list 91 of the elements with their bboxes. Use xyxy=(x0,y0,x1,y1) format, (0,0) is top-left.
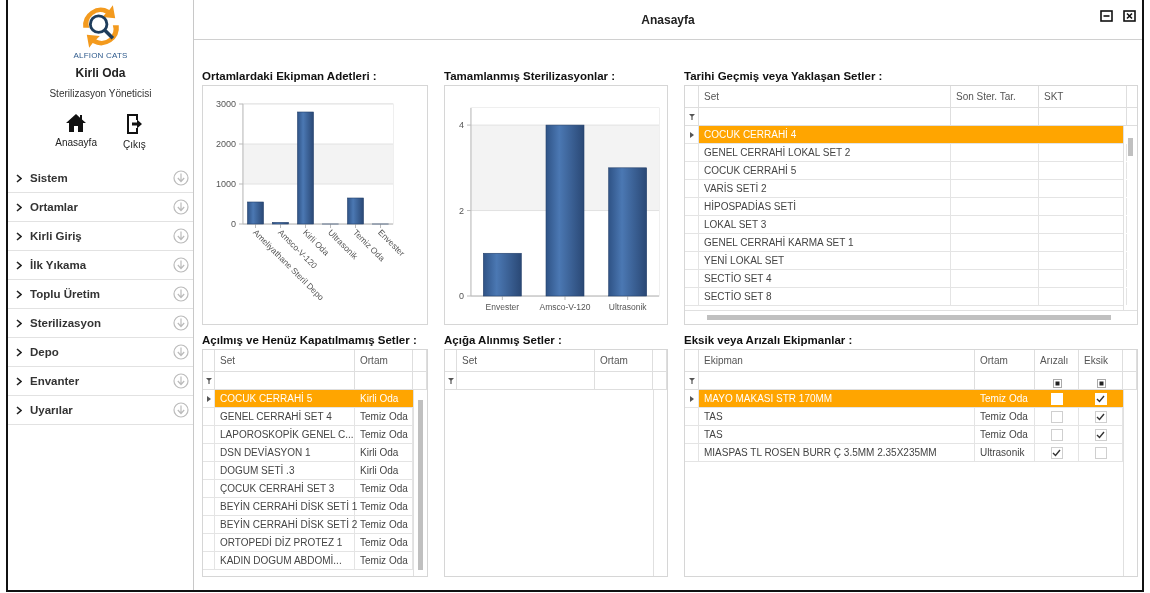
table-cell: LAPOROSKOPİK GENEL C... xyxy=(215,426,355,443)
category-label: Ultrasonik xyxy=(608,302,647,312)
column-header[interactable]: Ortam xyxy=(355,350,413,371)
table-cell: GENEL CERRAHİ SET 4 xyxy=(215,408,355,425)
tick-label: 2000 xyxy=(215,139,236,149)
category-label: Amsco-V-120 xyxy=(539,302,591,312)
table-cell: COCUK CERRAHİ 5 xyxy=(699,162,951,179)
column-header[interactable]: Son Ster. Tar. xyxy=(951,86,1039,107)
table-row[interactable]: TAS Temiz Oda xyxy=(685,408,1123,426)
column-header[interactable]: Ortam xyxy=(975,350,1035,371)
table-cell: DSN DEVİASYON 1 xyxy=(215,444,355,461)
table-cell: KADIN DOGUM ABDOMİ... xyxy=(215,552,355,569)
table-cell: BEYİN CERRAHİ DİSK SETİ 2 xyxy=(215,516,355,533)
tick-label: 1000 xyxy=(215,179,236,189)
column-header[interactable]: Set xyxy=(457,350,595,371)
table-cell: ÇOCUK CERRAHİ SET 3 xyxy=(215,480,355,497)
table-row[interactable]: BEYİN CERRAHİ DİSK SETİ 1 Temiz Oda xyxy=(203,498,413,516)
brand-name: ALFION CATS xyxy=(73,51,128,60)
menu-item[interactable]: Kirli Giriş xyxy=(8,222,193,251)
column-header[interactable]: Eksik xyxy=(1079,350,1123,371)
table-cell: HİPOSPADİAS SETİ xyxy=(699,198,951,215)
table-cell: YENİ LOKAL SET xyxy=(699,252,951,269)
table-cell: Kirli Oda xyxy=(355,444,413,461)
section-title: Eksik veya Arızalı Ekipmanlar : xyxy=(684,334,854,346)
table-row[interactable]: DSN DEVİASYON 1 Kirli Oda xyxy=(203,444,413,462)
section-title: Açılmış ve Henüz Kapatılmamış Setler : xyxy=(202,334,418,346)
table-cell: SECTİO SET 8 xyxy=(699,288,951,305)
table-cell: BEYİN CERRAHİ DİSK SETİ 1 xyxy=(215,498,355,515)
table-row[interactable]: KADIN DOGUM ABDOMİ... Temiz Oda xyxy=(203,552,413,570)
menu-item[interactable]: Sterilizasyon xyxy=(8,309,193,338)
window-title: Anasayfa xyxy=(641,12,695,27)
shortcut-button[interactable]: Anasayfa xyxy=(55,113,97,150)
column-header[interactable]: Arızalı xyxy=(1035,350,1079,371)
column-header[interactable]: SKT xyxy=(1039,86,1127,107)
column-header[interactable]: Ekipman xyxy=(699,350,975,371)
menu-item[interactable]: Uyarılar xyxy=(8,396,193,425)
table-row[interactable]: ORTOPEDİ DİZ PROTEZ 1 Temiz Oda xyxy=(203,534,413,552)
table-cell: Temiz Oda xyxy=(355,498,413,515)
table-cell: DOGUM SETİ .3 xyxy=(215,462,355,479)
shortcut-button[interactable]: Çıkış xyxy=(122,113,146,150)
menu-item[interactable]: Envanter xyxy=(8,367,193,396)
table-cell: SECTİO SET 4 xyxy=(699,270,951,287)
column-header[interactable]: Ortam xyxy=(595,350,653,371)
tick-label: 0 xyxy=(231,219,236,229)
tick-label: 4 xyxy=(459,120,464,131)
menu-item[interactable]: Depo xyxy=(8,338,193,367)
user-role: Sterilizasyon Yöneticisi xyxy=(49,88,152,99)
menu-item[interactable]: Ortamlar xyxy=(8,193,193,222)
section-title: Tamamlanmış Sterilizasyonlar : xyxy=(444,70,617,82)
table-cell-text: MAYO MAKASI STR 170MM xyxy=(703,392,834,406)
table-row[interactable]: BEYİN CERRAHİ DİSK SETİ 2 Temiz Oda xyxy=(203,516,413,534)
location-name: Kirli Oda xyxy=(75,66,126,80)
table-cell: Temiz Oda xyxy=(355,408,413,425)
column-header[interactable]: Set xyxy=(699,86,951,107)
tick-label: 3000 xyxy=(215,99,236,109)
table-cell: LOKAL SET 3 xyxy=(699,216,951,233)
menu-item[interactable]: Toplu Üretim xyxy=(8,280,193,309)
section-title: Açığa Alınmış Setler : xyxy=(444,334,563,346)
table-cell: Temiz Oda xyxy=(355,534,413,551)
menu-item[interactable]: Sistem xyxy=(8,164,193,193)
table-cell: GENEL CERRAHİ LOKAL SET 2 xyxy=(699,144,951,161)
table-cell: Temiz Oda xyxy=(975,408,1035,425)
menu-item[interactable]: İlk Yıkama xyxy=(8,251,193,280)
table-row[interactable]: MIASPAS TL ROSEN BURR Ç 3.5MM 2.35X235MM Ultrasonik xyxy=(685,444,1123,462)
table-cell: Temiz Oda xyxy=(355,552,413,569)
table-cell: TAS xyxy=(699,426,975,443)
table-cell: Kirli Oda xyxy=(355,462,413,479)
table-cell: MIASPAS TL ROSEN BURR Ç 3.5MM 2.35X235MM xyxy=(699,444,975,461)
table-cell: VARİS SETİ 2 xyxy=(699,180,951,197)
table-row[interactable]: GENEL CERRAHİ SET 4 Temiz Oda xyxy=(203,408,413,426)
table-cell-text: COCUK CERRAHİ 5 xyxy=(219,391,314,406)
table-cell: Temiz Oda xyxy=(355,426,413,443)
tick-label: 0 xyxy=(459,291,464,301)
table-cell: Ultrasonik xyxy=(975,444,1035,461)
tick-label: 2 xyxy=(459,205,464,216)
table-cell: TAS xyxy=(699,408,975,425)
table-row[interactable]: TAS Temiz Oda xyxy=(685,426,1123,444)
table-cell-text: COCUK CERRAHİ 4 xyxy=(703,127,798,142)
category-label: Envester xyxy=(485,302,520,312)
section-title: Ortamlardaki Ekipman Adetleri : xyxy=(202,70,378,82)
section-title: Tarihi Geçmiş veya Yaklaşan Setler : xyxy=(684,70,884,82)
table-cell-text: Temiz Oda xyxy=(979,392,1029,406)
column-header[interactable]: Set xyxy=(215,350,355,371)
table-cell: GENEL CERRAHİ KARMA SET 1 xyxy=(699,234,951,251)
table-cell: ORTOPEDİ DİZ PROTEZ 1 xyxy=(215,534,355,551)
table-row[interactable]: LAPOROSKOPİK GENEL C... Temiz Oda xyxy=(203,426,413,444)
table-cell: Temiz Oda xyxy=(975,426,1035,443)
table-row[interactable]: DOGUM SETİ .3 Kirli Oda xyxy=(203,462,413,480)
table-cell-text: Kirli Oda xyxy=(359,392,400,406)
table-row[interactable]: ÇOCUK CERRAHİ SET 3 Temiz Oda xyxy=(203,480,413,498)
table-cell: Temiz Oda xyxy=(355,480,413,497)
